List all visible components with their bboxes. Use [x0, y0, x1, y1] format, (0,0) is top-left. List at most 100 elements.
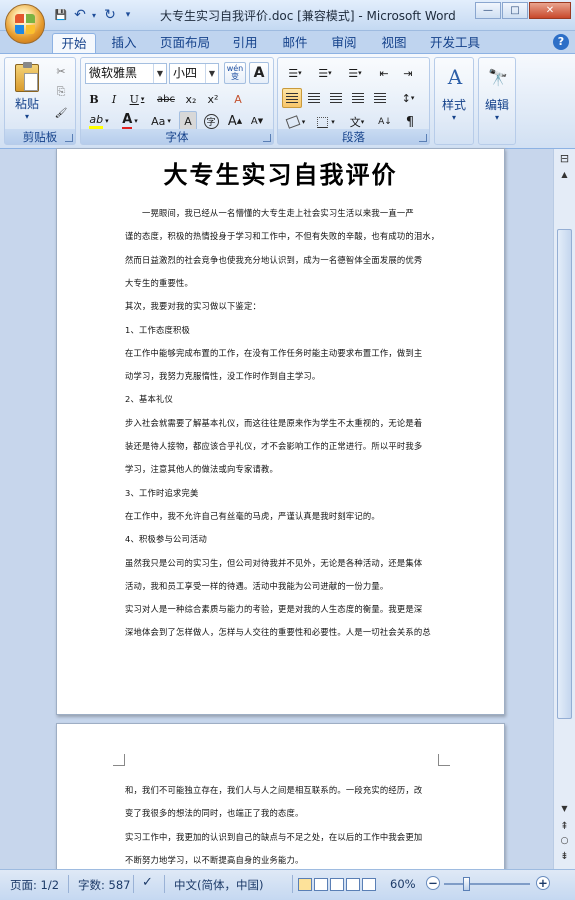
undo-button[interactable]: ↶ — [73, 6, 87, 24]
tab-mailings[interactable]: 邮件 — [273, 33, 317, 53]
outline-view-icon[interactable] — [346, 878, 360, 891]
document-area[interactable]: 大专生实习自我评价 一晃眼间，我已经从一名懵懂的大专生走上社会实习生活以来我一直… — [0, 148, 553, 883]
zoom-out-button[interactable]: − — [426, 876, 440, 890]
phonetic-guide-button[interactable]: wén 变 — [224, 62, 246, 84]
character-border-button[interactable]: A — [249, 62, 269, 84]
close-button[interactable]: ✕ — [529, 2, 571, 19]
font-name-combo[interactable]: 微软雅黑 ▼ — [85, 63, 167, 84]
highlight-button[interactable]: ab ▾ — [85, 111, 113, 131]
format-painter-button[interactable]: 🖌 — [51, 103, 71, 123]
change-case-button[interactable]: Aa ▾ — [147, 111, 175, 131]
next-page-button[interactable]: ⇟ — [557, 849, 572, 864]
dialog-launcher-icon[interactable] — [419, 134, 427, 142]
align-right-button[interactable] — [326, 88, 346, 108]
line-spacing-button[interactable]: ↕ ▾ — [394, 88, 422, 108]
tab-view[interactable]: 视图 — [372, 33, 416, 53]
clipboard-icon — [15, 61, 39, 92]
word-count[interactable]: 字数: 587 — [78, 877, 130, 893]
phonetic-guide-icon: wén 变 — [226, 64, 244, 81]
scroll-down-button[interactable]: ▼ — [557, 801, 572, 816]
redo-button[interactable]: ↻ — [101, 6, 119, 24]
distribute-button[interactable] — [370, 88, 390, 108]
align-left-button[interactable] — [282, 88, 302, 108]
tab-insert[interactable]: 插入 — [102, 33, 146, 53]
multilevel-list-button[interactable]: ☰ ▾ — [341, 63, 369, 83]
paint-bucket-icon — [285, 115, 301, 129]
scroll-up-button[interactable]: ▲ — [557, 167, 572, 182]
browse-object-button[interactable]: ○ — [557, 834, 572, 849]
justify-button[interactable] — [348, 88, 368, 108]
tab-page-layout[interactable]: 页面布局 — [152, 33, 218, 53]
draft-view-icon[interactable] — [362, 878, 376, 891]
font-group: 微软雅黑 ▼ 小四 ▼ wén 变 A B I U ▾ abc x₂ x² A ab ▾… — [80, 57, 274, 145]
previous-page-button[interactable]: ⇞ — [557, 819, 572, 834]
underline-button[interactable]: U ▾ — [125, 89, 149, 109]
tab-references[interactable]: 引用 — [223, 33, 267, 53]
vertical-scrollbar[interactable]: ⊟ ▲ ▼ ⇞ ○ ⇟ — [553, 149, 575, 869]
paste-button[interactable]: 粘贴 ▾ — [9, 60, 45, 124]
undo-icon: ↶ — [74, 7, 86, 23]
enclose-characters-button[interactable]: 字 — [201, 111, 221, 131]
scrollbar-thumb[interactable] — [557, 229, 572, 719]
tab-developer[interactable]: 开发工具 — [422, 33, 488, 53]
font-color-button[interactable]: A ▾ — [117, 111, 143, 131]
align-right-icon — [330, 93, 342, 103]
maximize-button[interactable]: □ — [502, 2, 528, 19]
distribute-icon — [374, 93, 386, 103]
undo-dropdown[interactable]: ▾ — [90, 6, 98, 24]
editing-group[interactable]: 🔭 编辑 ▾ — [478, 57, 516, 145]
increase-indent-button[interactable]: ⇥ — [397, 63, 419, 83]
character-shading-button[interactable]: A — [179, 111, 197, 131]
italic-icon: I — [111, 92, 117, 106]
bold-button[interactable]: B — [85, 89, 103, 109]
save-button[interactable]: 💾 — [52, 6, 70, 24]
font-size-combo[interactable]: 小四 ▼ — [169, 63, 219, 84]
status-divider — [68, 875, 69, 893]
copy-button[interactable]: ⎘ — [51, 82, 71, 102]
zoom-in-button[interactable]: + — [536, 876, 550, 890]
customize-qat-button[interactable]: ▾ — [122, 6, 134, 24]
decrease-indent-button[interactable]: ⇤ — [373, 63, 395, 83]
web-layout-view-icon[interactable] — [330, 878, 344, 891]
help-icon[interactable]: ? — [553, 34, 569, 50]
numbering-button[interactable]: ☰ ▾ — [311, 63, 339, 83]
pilcrow-icon: ¶ — [405, 114, 415, 130]
superscript-button[interactable]: x² — [203, 89, 223, 109]
tab-review[interactable]: 审阅 — [322, 33, 366, 53]
numbering-icon: ☰ — [318, 66, 329, 80]
ruler-toggle-icon[interactable]: ⊟ — [557, 151, 572, 166]
tab-home[interactable]: 开始 — [52, 33, 96, 53]
dialog-launcher-icon[interactable] — [65, 134, 73, 142]
chevron-down-icon: ▾ — [451, 113, 456, 122]
clear-formatting-button[interactable]: A — [227, 89, 249, 109]
strikethrough-button[interactable]: abc — [153, 89, 179, 109]
proofing-icon[interactable]: ✓ — [142, 875, 153, 890]
minimize-button[interactable]: — — [475, 2, 501, 19]
grow-font-button[interactable]: A ▲ — [225, 111, 245, 131]
zoom-level[interactable]: 60% — [390, 877, 416, 891]
zoom-slider-track[interactable] — [444, 883, 530, 885]
office-button[interactable] — [5, 4, 45, 44]
chevron-down-icon: ▼ — [153, 64, 166, 83]
zoom-slider-thumb[interactable] — [463, 877, 470, 891]
full-screen-reading-icon[interactable] — [314, 878, 328, 891]
page-indicator[interactable]: 页面: 1/2 — [10, 877, 59, 893]
document-line: 学习，注意其他人的做法或向专家请教。 — [125, 464, 278, 475]
align-center-button[interactable] — [304, 88, 324, 108]
document-line: 谨的态度，积极的热情投身于学习和工作中，不但有失败的辛酸，也有成功的泪水， — [125, 231, 439, 242]
document-line: 步入社会就需要了解基本礼仪，而这往往是原来作为学生不太重视的，无论是着 — [125, 417, 423, 428]
document-page-1[interactable]: 大专生实习自我评价 一晃眼间，我已经从一名懵懂的大专生走上社会实习生活以来我一直… — [56, 148, 505, 715]
document-line: 1、工作态度积极 — [125, 324, 190, 335]
highlighter-icon: ab — [89, 113, 104, 129]
italic-button[interactable]: I — [105, 89, 123, 109]
document-page-2[interactable]: 和，我们不可能独立存在，我们人与人之间是相互联系的。一段充实的经历，改 变了我很多… — [56, 723, 505, 883]
subscript-button[interactable]: x₂ — [181, 89, 201, 109]
language-indicator[interactable]: 中文(简体，中国) — [174, 877, 263, 893]
dialog-launcher-icon[interactable] — [263, 134, 271, 142]
cut-button[interactable]: ✂ — [51, 61, 71, 81]
styles-group[interactable]: A 样式 ▾ — [434, 57, 474, 145]
bullets-button[interactable]: ☰ ▾ — [281, 63, 309, 83]
chinese-layout-icon: 文 — [349, 116, 361, 129]
print-layout-view-icon[interactable] — [298, 878, 312, 891]
shrink-font-button[interactable]: A ▼ — [247, 111, 267, 131]
